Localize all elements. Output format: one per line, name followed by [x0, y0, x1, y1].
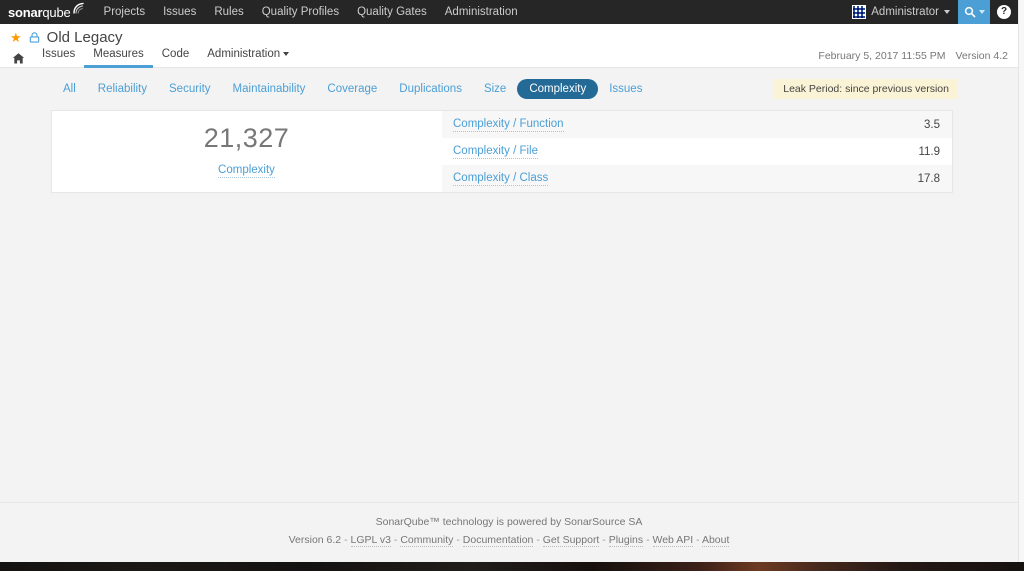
measure-name[interactable]: Complexity / Function [453, 117, 564, 132]
chevron-down-icon [944, 10, 950, 14]
tab-administration[interactable]: Administration [198, 47, 298, 68]
measure-name[interactable]: Complexity / Class [453, 171, 549, 186]
signal-wave-icon [72, 2, 85, 18]
browser-window: sonarqube Projects Issues Rules Quality … [0, 0, 1024, 562]
search-icon [964, 6, 975, 18]
logo-text: sonarqube [8, 6, 71, 19]
measure-overview: 21,327 Complexity [52, 111, 442, 192]
tab-measures[interactable]: Measures [84, 47, 153, 68]
nav-item-administration-label: Administration [444, 6, 518, 18]
domain-reliability[interactable]: Reliability [87, 79, 158, 99]
measure-value: 3.5 [924, 118, 940, 131]
table-row[interactable]: Complexity / File 11.9 [442, 138, 952, 165]
nav-item-issues[interactable]: Issues [154, 0, 205, 24]
nav-item-rules[interactable]: Rules [205, 0, 252, 24]
measure-overview-label[interactable]: Complexity [218, 163, 275, 179]
table-row[interactable]: Complexity / Function 3.5 [442, 111, 952, 138]
logo-text-bold: sonar [8, 4, 43, 20]
measure-value: 17.8 [917, 172, 940, 185]
desktop-background-strip [0, 562, 1024, 571]
nav-item-projects-label: Projects [103, 6, 146, 18]
measure-value: 11.9 [918, 145, 940, 158]
nav-item-administration[interactable]: Administration [436, 0, 527, 24]
search-button[interactable] [958, 0, 990, 24]
lock-icon [28, 31, 41, 44]
tab-issues-label: Issues [42, 48, 76, 60]
footer-link-about[interactable]: About [701, 534, 730, 547]
account-label: Administrator [871, 6, 939, 18]
home-icon[interactable] [10, 52, 33, 68]
star-icon[interactable]: ★ [10, 31, 22, 44]
footer-link-documentation[interactable]: Documentation [462, 534, 534, 547]
sonarqube-page: sonarqube Projects Issues Rules Quality … [0, 0, 1018, 562]
measures-page: All Reliability Security Maintainability… [0, 68, 1018, 193]
footer-separator: - [602, 534, 606, 546]
vertical-scrollbar[interactable] [1018, 0, 1024, 562]
nav-item-quality-profiles-label: Quality Profiles [261, 6, 340, 18]
measure-name[interactable]: Complexity / File [453, 144, 538, 159]
footer-link-get-support[interactable]: Get Support [542, 534, 600, 547]
footer-link-web-api[interactable]: Web API [652, 534, 694, 547]
domain-all[interactable]: All [52, 79, 87, 99]
tab-code-label: Code [161, 48, 190, 60]
nav-item-quality-profiles[interactable]: Quality Profiles [253, 0, 348, 24]
global-navbar: sonarqube Projects Issues Rules Quality … [0, 0, 1018, 24]
global-nav-right: Administrator ? [844, 0, 1018, 24]
global-nav-items: Projects Issues Rules Quality Profiles Q… [95, 0, 527, 24]
search-chevron-down-icon [978, 10, 985, 14]
footer-link-community[interactable]: Community [400, 534, 454, 547]
analysis-date: February 5, 2017 11:55 PM [818, 50, 946, 62]
footer-link-plugins[interactable]: Plugins [608, 534, 644, 547]
page-title: Old Legacy [46, 29, 123, 46]
help-button[interactable]: ? [990, 0, 1018, 24]
help-circle-icon: ? [997, 5, 1011, 19]
footer-separator: - [456, 534, 460, 546]
logo-text-light: qube [42, 4, 71, 20]
table-row[interactable]: Complexity / Class 17.8 [442, 165, 952, 192]
nav-item-issues-label: Issues [163, 6, 197, 18]
footer-tagline: SonarQube™ technology is powered by Sona… [375, 516, 643, 528]
account-menu[interactable]: Administrator [844, 0, 958, 24]
nav-item-quality-gates-label: Quality Gates [357, 6, 427, 18]
footer-separator: - [344, 534, 348, 546]
nav-item-quality-gates[interactable]: Quality Gates [348, 0, 436, 24]
leak-period-badge: Leak Period: since previous version [774, 79, 958, 99]
domain-complexity[interactable]: Complexity [517, 79, 599, 99]
footer-separator: - [646, 534, 650, 546]
page-footer: SonarQube™ technology is powered by Sona… [0, 502, 1018, 562]
measures-panel: 21,327 Complexity Complexity / Function … [51, 110, 953, 193]
footer-separator: - [696, 534, 700, 546]
domain-size[interactable]: Size [473, 79, 517, 99]
sonarqube-logo[interactable]: sonarqube [0, 0, 95, 24]
context-navbar: ★ Old Legacy February 5, 2017 11:55 PM V… [0, 24, 1018, 68]
footer-separator: - [536, 534, 540, 546]
measure-overview-value: 21,327 [203, 122, 290, 153]
footer-version: Version 6.2 [288, 534, 342, 546]
nav-item-rules-label: Rules [214, 6, 244, 18]
tab-administration-label: Administration [207, 48, 281, 60]
footer-separator: - [393, 534, 398, 546]
project-version: Version 4.2 [955, 50, 1008, 62]
context-meta: February 5, 2017 11:55 PM Version 4.2 [818, 50, 1008, 62]
domain-issues[interactable]: Issues [598, 79, 653, 99]
tab-measures-label: Measures [93, 48, 144, 60]
tab-administration-chevron-down-icon [283, 52, 290, 56]
footer-links-line: Version 6.2 - LGPL v3 - Community - Docu… [0, 532, 1018, 549]
domain-maintainability[interactable]: Maintainability [222, 79, 317, 99]
footer-link-lgpl[interactable]: LGPL v3 [350, 534, 391, 547]
project-title-row: ★ Old Legacy [10, 24, 1008, 46]
tab-code[interactable]: Code [153, 47, 199, 68]
measures-domain-bar: All Reliability Security Maintainability… [10, 68, 1008, 110]
domain-security[interactable]: Security [158, 79, 222, 99]
domain-coverage[interactable]: Coverage [316, 79, 388, 99]
domain-duplications[interactable]: Duplications [388, 79, 473, 99]
nav-item-projects[interactable]: Projects [95, 0, 155, 24]
measures-list: Complexity / Function 3.5 Complexity / F… [442, 111, 952, 192]
identicon-avatar [852, 5, 867, 19]
tab-issues[interactable]: Issues [33, 47, 84, 68]
